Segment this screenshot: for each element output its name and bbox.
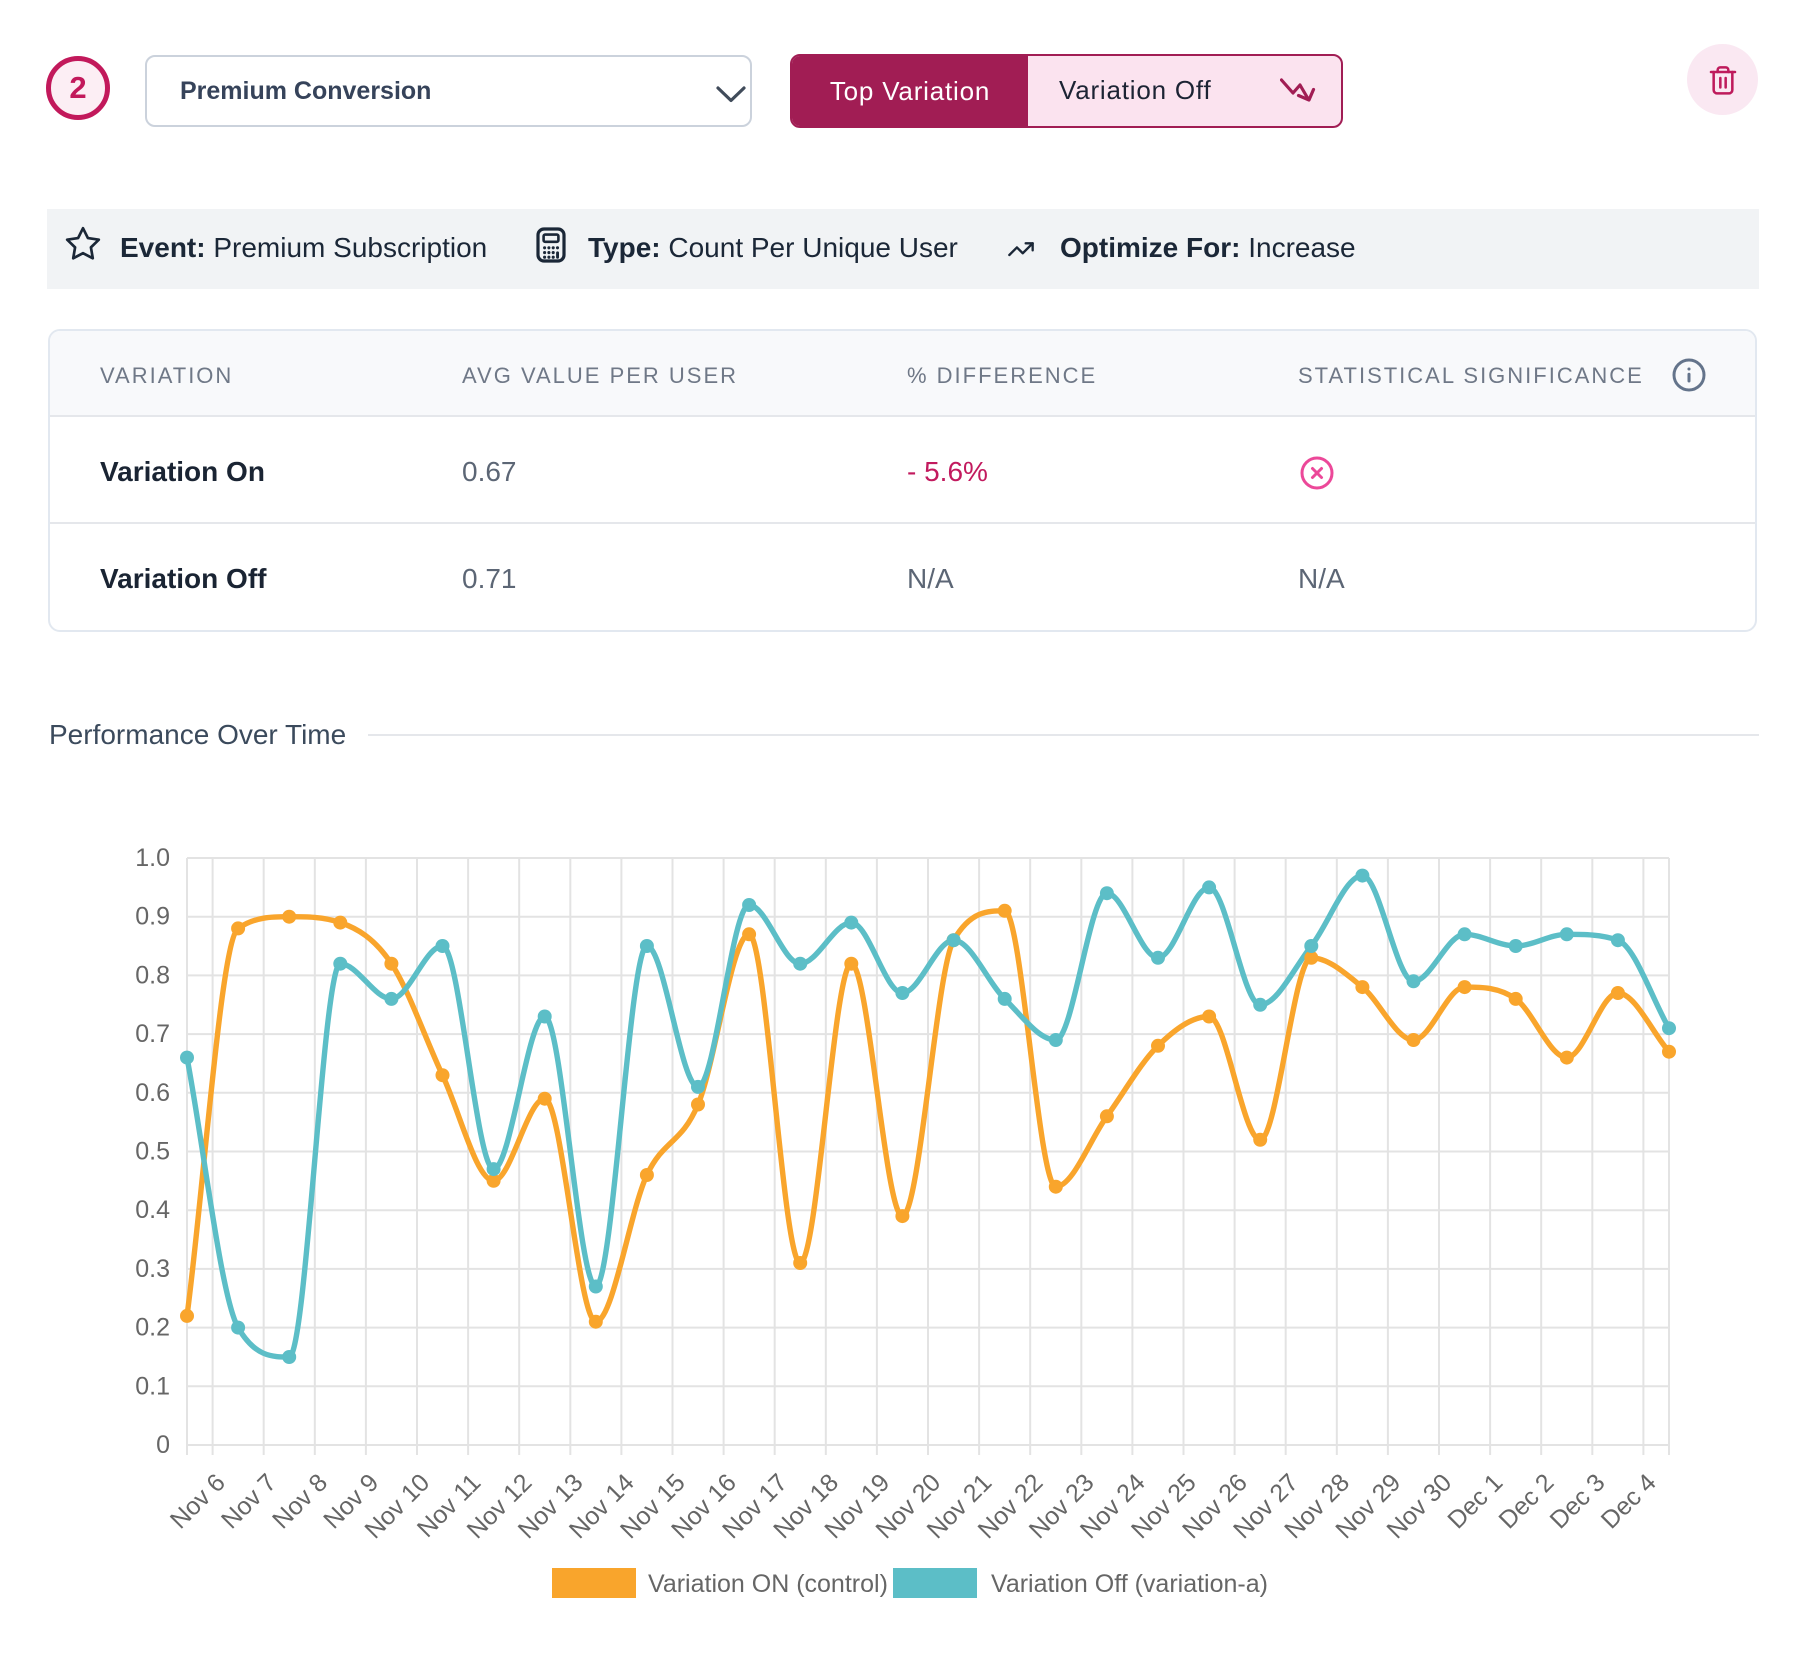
svg-text:0.8: 0.8	[135, 961, 170, 989]
svg-text:Dec 1: Dec 1	[1442, 1468, 1508, 1534]
svg-text:0.2: 0.2	[135, 1314, 170, 1342]
svg-text:Nov 8: Nov 8	[267, 1468, 333, 1534]
svg-text:Dec 3: Dec 3	[1545, 1468, 1611, 1534]
svg-text:0: 0	[156, 1431, 170, 1459]
svg-text:Nov 7: Nov 7	[216, 1468, 282, 1534]
svg-text:1.0: 1.0	[135, 844, 170, 872]
svg-text:0.1: 0.1	[135, 1372, 170, 1400]
svg-text:Dec 2: Dec 2	[1493, 1468, 1559, 1534]
svg-text:0.5: 0.5	[135, 1138, 170, 1166]
svg-text:Nov 6: Nov 6	[165, 1468, 231, 1534]
svg-text:0.6: 0.6	[135, 1079, 170, 1107]
svg-text:0.9: 0.9	[135, 903, 170, 931]
svg-text:Variation Off (variation-a): Variation Off (variation-a)	[991, 1570, 1268, 1598]
svg-text:0.4: 0.4	[135, 1196, 170, 1224]
svg-text:0.7: 0.7	[135, 1020, 170, 1048]
svg-text:Variation ON (control): Variation ON (control)	[648, 1570, 888, 1598]
svg-text:Dec 4: Dec 4	[1596, 1468, 1662, 1534]
svg-text:0.3: 0.3	[135, 1255, 170, 1283]
